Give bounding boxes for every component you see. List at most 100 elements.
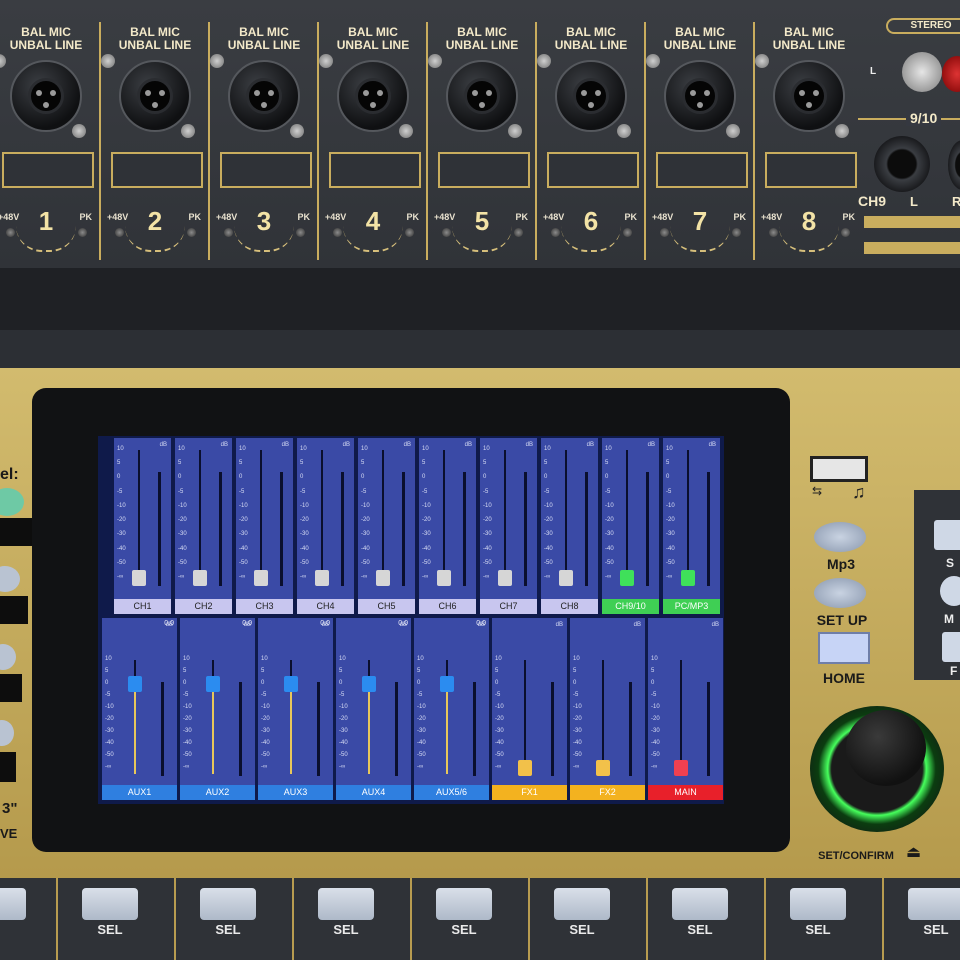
scale-tick: -5 [483, 488, 489, 495]
fader-knob[interactable] [497, 570, 512, 586]
scale-tick: 10 [651, 656, 658, 662]
fader-knob[interactable] [595, 760, 610, 776]
scale-tick: 10 [361, 446, 368, 452]
fader-knob[interactable] [131, 570, 146, 586]
fader-knob[interactable] [253, 570, 268, 586]
right-label-2: M [944, 612, 954, 626]
fader-knob[interactable] [673, 760, 688, 776]
fader-knob[interactable] [361, 676, 376, 692]
scale-tick: -50 [651, 752, 660, 758]
setup-button[interactable] [814, 578, 866, 608]
sel-label: SEL [923, 922, 949, 937]
jack-ch9-right[interactable] [948, 140, 960, 190]
fader-knob[interactable] [439, 676, 454, 692]
scale-tick: -50 [178, 559, 187, 566]
input-strip-2: BAL MIC UNBAL LINE +48V PK 2 [101, 16, 209, 256]
sel-button-8[interactable] [908, 888, 960, 920]
fader-knob[interactable] [127, 676, 142, 692]
fader-knob[interactable] [205, 676, 220, 692]
fader-track [320, 450, 323, 584]
sel-button-6[interactable] [672, 888, 728, 920]
scale-tick: -50 [117, 559, 126, 566]
right-button-1[interactable] [934, 520, 960, 550]
channel-aux1[interactable]: dB 0.0 10 5 0 -5 -10 -20 -30 -40 -50 -∞ AUX1 [102, 618, 177, 800]
combo-jack[interactable] [769, 56, 849, 136]
combo-jack[interactable] [333, 56, 413, 136]
scale-tick: 5 [666, 460, 670, 467]
sel-button-1[interactable] [82, 888, 138, 920]
strip-divider [208, 22, 210, 260]
channel-ch7[interactable]: dB 10 5 0 -5 -10 -20 -30 -40 -50 -∞ CH7 [480, 438, 537, 614]
channel-ch1[interactable]: dB 10 5 0 -5 -10 -20 -30 -40 -50 -∞ CH1 [114, 438, 171, 614]
channel-ch2[interactable]: dB 10 5 0 -5 -10 -20 -30 -40 -50 -∞ CH2 [175, 438, 232, 614]
gold-bar [864, 242, 960, 254]
combo-jack[interactable] [660, 56, 740, 136]
rca-jack-left[interactable] [902, 52, 942, 92]
fader-track [601, 660, 604, 774]
combo-jack[interactable] [442, 56, 522, 136]
strip-divider [426, 22, 428, 260]
channel-main[interactable]: dB 10 5 0 -5 -10 -20 -30 -40 -50 -∞ MAIN [648, 618, 723, 800]
combo-jack[interactable] [115, 56, 195, 136]
channel-pcmp3[interactable]: dB 10 5 0 -5 -10 -20 -30 -40 -50 -∞ PC/MP3 [663, 438, 720, 614]
sel-button-4[interactable] [436, 888, 492, 920]
fader-knob[interactable] [192, 570, 207, 586]
scale-tick: 0 [666, 474, 670, 481]
channel-ch5[interactable]: dB 10 5 0 -5 -10 -20 -30 -40 -50 -∞ CH5 [358, 438, 415, 614]
sel-button-7[interactable] [790, 888, 846, 920]
scale-tick: -40 [544, 545, 553, 552]
channel-ch910[interactable]: dB 10 5 0 -5 -10 -20 -30 -40 -50 -∞ CH9/10 [602, 438, 659, 614]
channel-ch4[interactable]: dB 10 5 0 -5 -10 -20 -30 -40 -50 -∞ CH4 [297, 438, 354, 614]
scale-tick: 10 [261, 656, 268, 662]
fader-knob[interactable] [619, 570, 634, 586]
fader-knob[interactable] [680, 570, 695, 586]
scale-tick: 5 [300, 460, 304, 467]
fader-knob[interactable] [283, 676, 298, 692]
sel-button-5[interactable] [554, 888, 610, 920]
fader-knob[interactable] [558, 570, 573, 586]
fader-knob[interactable] [375, 570, 390, 586]
combo-jack[interactable] [6, 56, 86, 136]
channel-aux3[interactable]: dB 0.0 10 5 0 -5 -10 -20 -30 -40 -50 -∞ AUX3 [258, 618, 333, 800]
encoder-knob-cap[interactable] [846, 710, 926, 786]
usb-port[interactable] [810, 456, 868, 482]
channel-ch6[interactable]: dB 10 5 0 -5 -10 -20 -30 -40 -50 -∞ CH6 [419, 438, 476, 614]
sel-button-2[interactable] [200, 888, 256, 920]
sel-divider [528, 878, 530, 960]
rca-jack-right[interactable] [942, 56, 960, 92]
scale-tick: -40 [117, 545, 126, 552]
sel-button-3[interactable] [318, 888, 374, 920]
level-meter [524, 472, 528, 586]
scale-tick: -5 [605, 488, 611, 495]
home-button[interactable] [818, 632, 870, 664]
right-button-3[interactable] [942, 632, 960, 662]
fader-knob[interactable] [517, 760, 532, 776]
input-strip-4: BAL MIC UNBAL LINE +48V PK 4 [319, 16, 427, 256]
scale-tick: -5 [178, 488, 184, 495]
combo-jack[interactable] [224, 56, 304, 136]
sel-label: SEL [569, 922, 595, 937]
channel-ch8[interactable]: dB 10 5 0 -5 -10 -20 -30 -40 -50 -∞ CH8 [541, 438, 598, 614]
level-meter [238, 682, 242, 776]
scale-tick: 10 [178, 446, 185, 452]
channel-fx1[interactable]: dB 10 5 0 -5 -10 -20 -30 -40 -50 -∞ FX1 [492, 618, 567, 800]
channel-label: PC/MP3 [663, 599, 720, 614]
channel-aux2[interactable]: dB 0.0 10 5 0 -5 -10 -20 -30 -40 -50 -∞ AUX2 [180, 618, 255, 800]
jack-ch9-left[interactable] [874, 136, 930, 192]
combo-jack[interactable] [551, 56, 631, 136]
jack-pin [268, 90, 274, 96]
channel-aux4[interactable]: dB 0.0 10 5 0 -5 -10 -20 -30 -40 -50 -∞ AUX4 [336, 618, 411, 800]
scale-tick: -10 [666, 502, 675, 509]
channel-ch3[interactable]: dB 10 5 0 -5 -10 -20 -30 -40 -50 -∞ CH3 [236, 438, 293, 614]
sel-button-partial[interactable] [0, 888, 26, 920]
channel-aux56[interactable]: dB 0.0 10 5 0 -5 -10 -20 -30 -40 -50 -∞ AUX5/6 [414, 618, 489, 800]
screw-icon [726, 124, 740, 138]
fader-knob[interactable] [436, 570, 451, 586]
fader-knob[interactable] [314, 570, 329, 586]
screw-icon [319, 54, 333, 68]
channel-fx2[interactable]: dB 10 5 0 -5 -10 -20 -30 -40 -50 -∞ FX2 [570, 618, 645, 800]
channel-label: CH8 [541, 599, 598, 614]
fader-value: 0.0 [398, 620, 408, 627]
input-strip-8: BAL MIC UNBAL LINE +48V PK 8 [755, 16, 863, 256]
mp3-button[interactable] [814, 522, 866, 552]
